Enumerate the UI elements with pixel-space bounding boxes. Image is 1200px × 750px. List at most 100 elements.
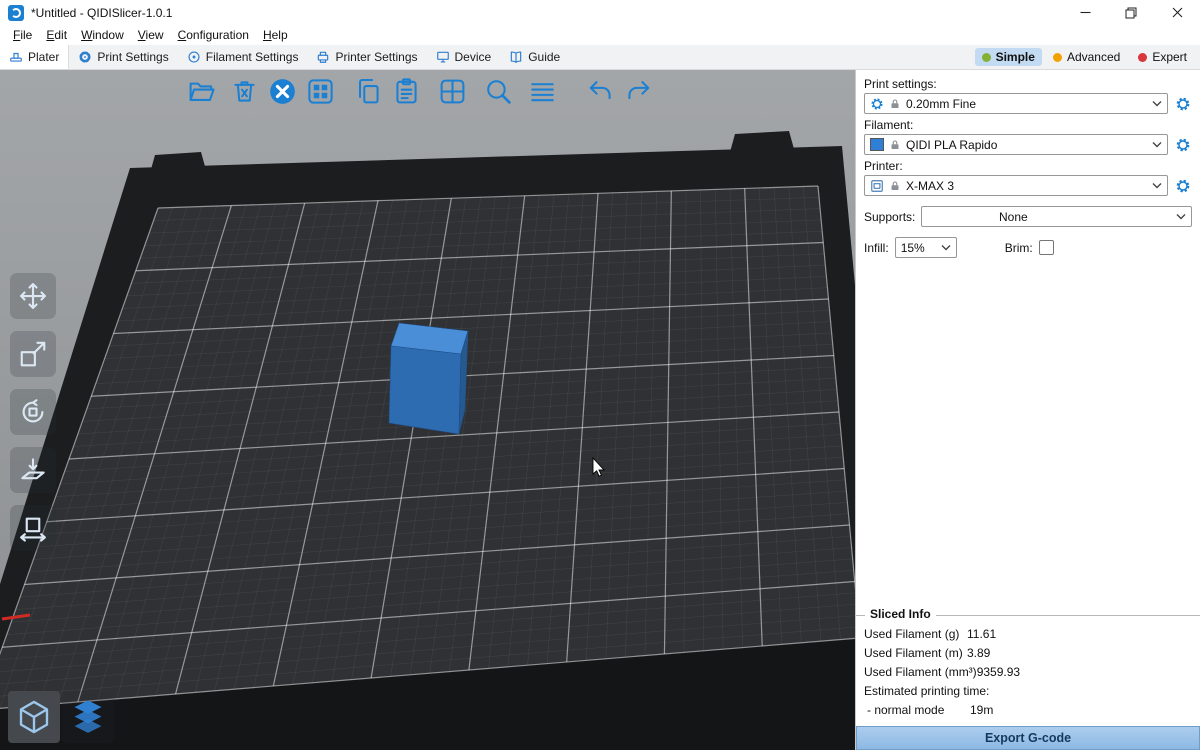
gear-icon (78, 50, 92, 64)
filament-spool-icon (187, 50, 201, 64)
titlebar: *Untitled - QIDISlicer-1.0.1 (0, 0, 1200, 25)
tab-filament-settings[interactable]: Filament Settings (178, 45, 308, 69)
supports-label: Supports: (864, 210, 915, 224)
export-gcode-button[interactable]: Export G-code (856, 726, 1200, 750)
print-settings-combo[interactable]: 0.20mm Fine (864, 93, 1168, 114)
filament-label: Filament: (864, 118, 1192, 132)
lock-icon (889, 139, 901, 151)
delete-all-button[interactable] (266, 75, 298, 107)
delete-button[interactable] (228, 75, 260, 107)
mode-simple[interactable]: Simple (975, 48, 1042, 66)
sliced-info-row: Estimated printing time: (864, 682, 1192, 701)
gear-icon (870, 97, 884, 111)
settings-sidebar: Print settings: 0.20mm Fine Filament: (855, 70, 1200, 750)
sliced-info-row: - normal mode 19m (864, 701, 1192, 720)
chevron-down-icon (1152, 100, 1162, 107)
cut-gizmo-button[interactable] (10, 505, 56, 551)
tab-plater[interactable]: Plater (0, 45, 69, 69)
cube-wireframe-icon (15, 698, 53, 736)
viewport-3d[interactable] (0, 70, 855, 750)
printer-combo[interactable]: X-MAX 3 (864, 175, 1168, 196)
scene-canvas[interactable] (0, 70, 855, 750)
split-button[interactable] (436, 75, 468, 107)
tab-printer-settings[interactable]: Printer Settings (307, 45, 426, 69)
paste-button[interactable] (390, 75, 422, 107)
filament-gear-button[interactable] (1174, 136, 1192, 154)
chevron-down-icon (941, 244, 951, 251)
gizmo-toolbar (10, 273, 56, 563)
rotate-icon (18, 397, 48, 427)
minimize-button[interactable] (1062, 0, 1108, 25)
sliced-preview-view-button[interactable] (62, 691, 114, 743)
menu-help[interactable]: Help (256, 26, 295, 44)
monitor-icon (436, 50, 450, 64)
place-on-face-icon (18, 455, 48, 485)
menu-configuration[interactable]: Configuration (171, 26, 256, 44)
mode-advanced[interactable]: Advanced (1046, 48, 1127, 66)
redo-button[interactable] (622, 75, 654, 107)
simple-mode-dot-icon (982, 53, 991, 62)
plater-icon (9, 50, 23, 64)
infill-label: Infill: (864, 241, 889, 255)
window-title: *Untitled - QIDISlicer-1.0.1 (31, 6, 172, 20)
tab-print-settings[interactable]: Print Settings (69, 45, 177, 69)
plate-clip-left (150, 152, 206, 173)
menu-edit[interactable]: Edit (39, 26, 74, 44)
cut-icon (18, 513, 48, 543)
variable-layer-height-button[interactable] (526, 75, 558, 107)
menu-view[interactable]: View (131, 26, 171, 44)
menu-file[interactable]: File (6, 26, 39, 44)
print-settings-gear-button[interactable] (1174, 95, 1192, 113)
view-switcher (8, 691, 114, 743)
plate-clip-right (730, 131, 794, 152)
printer-gear-button[interactable] (1174, 177, 1192, 195)
search-button[interactable] (482, 75, 514, 107)
infill-combo[interactable]: 15% (895, 237, 957, 258)
print-settings-label: Print settings: (864, 77, 1192, 91)
open-button[interactable] (185, 75, 217, 107)
window-controls (1062, 0, 1200, 25)
sliced-info-title: Sliced Info (865, 607, 936, 621)
brim-checkbox[interactable] (1039, 240, 1054, 255)
lock-icon (889, 180, 901, 192)
model-cube[interactable] (389, 323, 468, 434)
mode-expert[interactable]: Expert (1131, 48, 1194, 66)
menu-window[interactable]: Window (74, 26, 131, 44)
move-gizmo-button[interactable] (10, 273, 56, 319)
scale-icon (18, 339, 48, 369)
move-icon (18, 281, 48, 311)
arrange-button[interactable] (304, 75, 336, 107)
filament-color-swatch (870, 138, 884, 151)
book-icon (509, 50, 523, 64)
printer-icon (870, 179, 884, 193)
printer-icon (316, 50, 330, 64)
sliced-info-row: Used Filament (m) 3.89 (864, 644, 1192, 663)
tab-device[interactable]: Device (427, 45, 501, 69)
scale-gizmo-button[interactable] (10, 331, 56, 377)
supports-combo[interactable]: None (921, 206, 1192, 227)
lock-icon (889, 98, 901, 110)
chevron-down-icon (1176, 213, 1186, 220)
sliced-info-group: Sliced Info Used Filament (g) 11.61 Used… (856, 615, 1200, 726)
close-button[interactable] (1154, 0, 1200, 25)
chevron-down-icon (1152, 182, 1162, 189)
tabbar: Plater Print Settings Filament Settings … (0, 45, 1200, 70)
filament-combo[interactable]: QIDI PLA Rapido (864, 134, 1168, 155)
copy-button[interactable] (352, 75, 384, 107)
maximize-button[interactable] (1108, 0, 1154, 25)
3d-editor-view-button[interactable] (8, 691, 60, 743)
tab-guide[interactable]: Guide (500, 45, 569, 69)
undo-button[interactable] (584, 75, 616, 107)
app-logo-icon (8, 5, 24, 21)
printer-label: Printer: (864, 159, 1192, 173)
main-area: Print settings: 0.20mm Fine Filament: (0, 70, 1200, 750)
plater-toolbar (185, 73, 654, 109)
expert-mode-dot-icon (1138, 53, 1147, 62)
rotate-gizmo-button[interactable] (10, 389, 56, 435)
mode-switcher: Simple Advanced Expert (975, 45, 1200, 69)
sliced-info-row: Used Filament (g) 11.61 (864, 625, 1192, 644)
layers-icon (69, 698, 107, 736)
menubar: File Edit Window View Configuration Help (0, 25, 1200, 45)
place-on-face-gizmo-button[interactable] (10, 447, 56, 493)
chevron-down-icon (1152, 141, 1162, 148)
